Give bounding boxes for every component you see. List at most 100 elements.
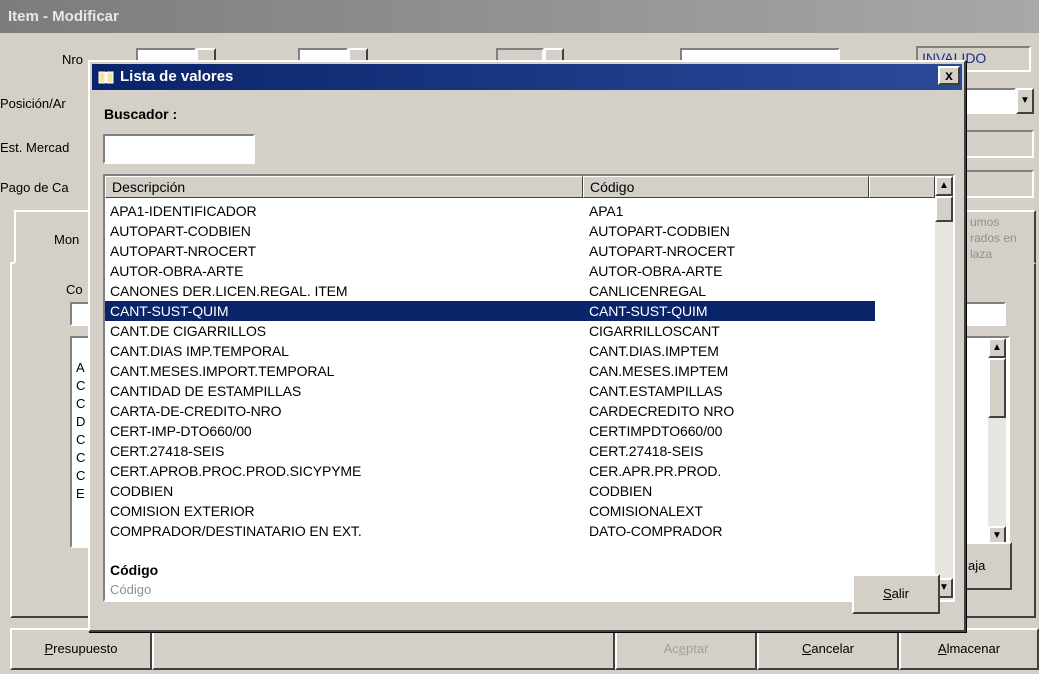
pago-field [960, 170, 1034, 198]
list-item-descripcion: CODBIEN [110, 483, 174, 499]
list-item-codigo: CODBIEN [589, 483, 653, 499]
nro-label: Nro [62, 52, 83, 67]
list-item[interactable]: AUTOPART-NROCERT AUTOPART-NROCERT [105, 241, 875, 261]
list-item-codigo: CERT.27418-SEIS [589, 443, 704, 459]
list-item-descripcion: CANTIDAD DE ESTAMPILLAS [110, 383, 302, 399]
list-item[interactable]: AUTOR-OBRA-ARTE AUTOR-OBRA-ARTE [105, 261, 875, 281]
background-list-item: C [76, 432, 86, 447]
list-item-codigo: CARDECREDITO NRO [589, 403, 735, 419]
list-item-descripcion: APA1-IDENTIFICADOR [110, 203, 257, 219]
field-name-label: Código [110, 562, 159, 578]
cancelar-label: Cancelar [801, 641, 855, 656]
list-item[interactable]: COMPRADOR/DESTINATARIO EN EXT. DATO-COMPR… [105, 521, 875, 541]
lista-de-valores-dialog: Lista de valores x Buscador : Descripció… [88, 60, 966, 632]
column-header-descripcion[interactable]: Descripción [105, 176, 583, 198]
background-scrollbar[interactable]: ▲ ▼ [988, 338, 1006, 546]
list-item-descripcion: COMISION EXTERIOR [110, 503, 255, 519]
list-item-codigo: APA1 [589, 203, 624, 219]
scroll-up-icon[interactable]: ▲ [935, 176, 953, 196]
bottom-spacer [152, 628, 615, 670]
values-list[interactable]: Descripción Código APA1-IDENTIFICADOR APA… [103, 174, 955, 602]
list-item-descripcion: CERT-IMP-DTO660/00 [110, 423, 252, 439]
list-item-codigo: CANLICENREGAL [589, 283, 706, 299]
list-item[interactable]: CANT-SUST-QUIM CANT-SUST-QUIM [105, 301, 875, 321]
list-item-descripcion: COMPRADOR/DESTINATARIO EN EXT. [110, 523, 362, 539]
list-rows: APA1-IDENTIFICADOR APA1 AUTOPART-CODBIEN AU… [105, 198, 935, 600]
list-item-codigo: AUTOPART-CODBIEN [589, 223, 730, 239]
list-item-descripcion: CERT.27418-SEIS [110, 443, 225, 459]
almacenar-button[interactable]: Almacenar [899, 628, 1039, 670]
co-label: Co [66, 282, 83, 297]
list-item[interactable]: CERT.APROB.PROC.PROD.SICYPYME CER.APR.PR.… [105, 461, 875, 481]
list-item[interactable]: CANT.DE CIGARRILLOS CIGARRILLOSCANT [105, 321, 875, 341]
almacenar-label: Almacenar [937, 641, 1001, 656]
list-item-codigo: CAN.MESES.IMPTEM [589, 363, 729, 379]
column-header-empty[interactable] [869, 176, 935, 198]
tab-mon[interactable]: Mon [14, 210, 94, 264]
column-header-codigo[interactable]: Código [583, 176, 869, 198]
dialog-close-button[interactable]: x [938, 66, 960, 85]
presupuesto-button[interactable]: Presupuesto [10, 628, 152, 670]
background-list-item: E [76, 486, 85, 501]
aceptar-button[interactable]: Aceptar [615, 628, 757, 670]
book-icon [98, 69, 114, 85]
list-item-codigo: CERTIMPDTO660/00 [589, 423, 723, 439]
list-item-codigo: CANT-SUST-QUIM [589, 303, 708, 319]
tab-mon-label: Mon [54, 232, 80, 247]
list-item[interactable]: APA1-IDENTIFICADOR APA1 [105, 201, 875, 221]
list-scrollbar[interactable]: ▲ ▼ [935, 176, 953, 600]
list-item-descripcion: AUTOPART-CODBIEN [110, 223, 251, 239]
posicion-label: Posición/Ar [0, 96, 66, 111]
list-item-descripcion: CANT.DIAS IMP.TEMPORAL [110, 343, 289, 359]
posicion-select[interactable] [960, 88, 1016, 114]
search-input[interactable] [103, 134, 255, 164]
list-item[interactable]: CARTA-DE-CREDITO-NRO CARDECREDITO NRO [105, 401, 875, 421]
cancelar-button[interactable]: Cancelar [757, 628, 899, 670]
list-item-descripcion: CANT.MESES.IMPORT.TEMPORAL [110, 363, 335, 379]
presupuesto-label: Presupuesto [44, 641, 118, 656]
list-item-codigo: AUTOR-OBRA-ARTE [589, 263, 723, 279]
list-item-codigo: CIGARRILLOSCANT [589, 323, 720, 339]
list-item[interactable]: COMISION EXTERIOR COMISIONALEXT [105, 501, 875, 521]
scroll-thumb[interactable] [935, 196, 953, 222]
baja-button[interactable]: aja [960, 542, 1012, 590]
salir-label: Salir [882, 586, 909, 601]
est-mercad-label: Est. Mercad [0, 140, 70, 155]
list-item[interactable]: CANONES DER.LICEN.REGAL. ITEM CANLICENREG… [105, 281, 875, 301]
list-item[interactable]: CERT-IMP-DTO660/00 CERTIMPDTO660/00 [105, 421, 875, 441]
background-list-item: D [76, 414, 86, 429]
list-item-codigo: CER.APR.PR.PROD. [589, 463, 722, 479]
tab-consumos[interactable]: umos rados en laza [964, 210, 1036, 264]
list-item-descripcion: CARTA-DE-CREDITO-NRO [110, 403, 282, 419]
bg-scroll-up-icon[interactable]: ▲ [988, 338, 1006, 358]
list-item-codigo: DATO-COMPRADOR [589, 523, 723, 539]
right-field[interactable] [960, 302, 1006, 326]
list-item-codigo: CANT.ESTAMPILLAS [589, 383, 723, 399]
list-item-descripcion: AUTOR-OBRA-ARTE [110, 263, 244, 279]
background-list-item: A [76, 360, 85, 375]
list-item-codigo: AUTOPART-NROCERT [589, 243, 735, 259]
est-mercad-field [960, 130, 1034, 158]
list-item[interactable]: CODBIEN CODBIEN [105, 481, 875, 501]
list-item[interactable]: CANT.DIAS IMP.TEMPORAL CANT.DIAS.IMPTEM [105, 341, 875, 361]
list-item[interactable]: AUTOPART-CODBIEN AUTOPART-CODBIEN [105, 221, 875, 241]
list-item[interactable]: CANTIDAD DE ESTAMPILLAS CANT.ESTAMPILLAS [105, 381, 875, 401]
list-item-descripcion: AUTOPART-NROCERT [110, 243, 256, 259]
window-title: Item - Modificar [0, 0, 1039, 33]
bg-scroll-thumb[interactable] [988, 358, 1006, 418]
list-item[interactable]: CERT.27418-SEIS CERT.27418-SEIS [105, 441, 875, 461]
list-item[interactable]: CANT.MESES.IMPORT.TEMPORAL CAN.MESES.IMPT… [105, 361, 875, 381]
list-item-descripcion: CANT-SUST-QUIM [110, 303, 229, 319]
close-icon: x [945, 67, 953, 83]
background-list-item: C [76, 396, 86, 411]
background-list-item: C [76, 468, 86, 483]
search-label: Buscador : [104, 106, 178, 122]
pago-label: Pago de Ca [0, 180, 69, 195]
dialog-title-bar[interactable]: Lista de valores [92, 64, 962, 90]
salir-button[interactable]: Salir [852, 574, 940, 614]
co-field[interactable] [70, 302, 90, 326]
posicion-dropdown-icon[interactable]: ▼ [1016, 88, 1034, 114]
list-item-codigo: COMISIONALEXT [589, 503, 703, 519]
list-item-descripcion: CANT.DE CIGARRILLOS [110, 323, 267, 339]
list-item-codigo: CANT.DIAS.IMPTEM [589, 343, 719, 359]
